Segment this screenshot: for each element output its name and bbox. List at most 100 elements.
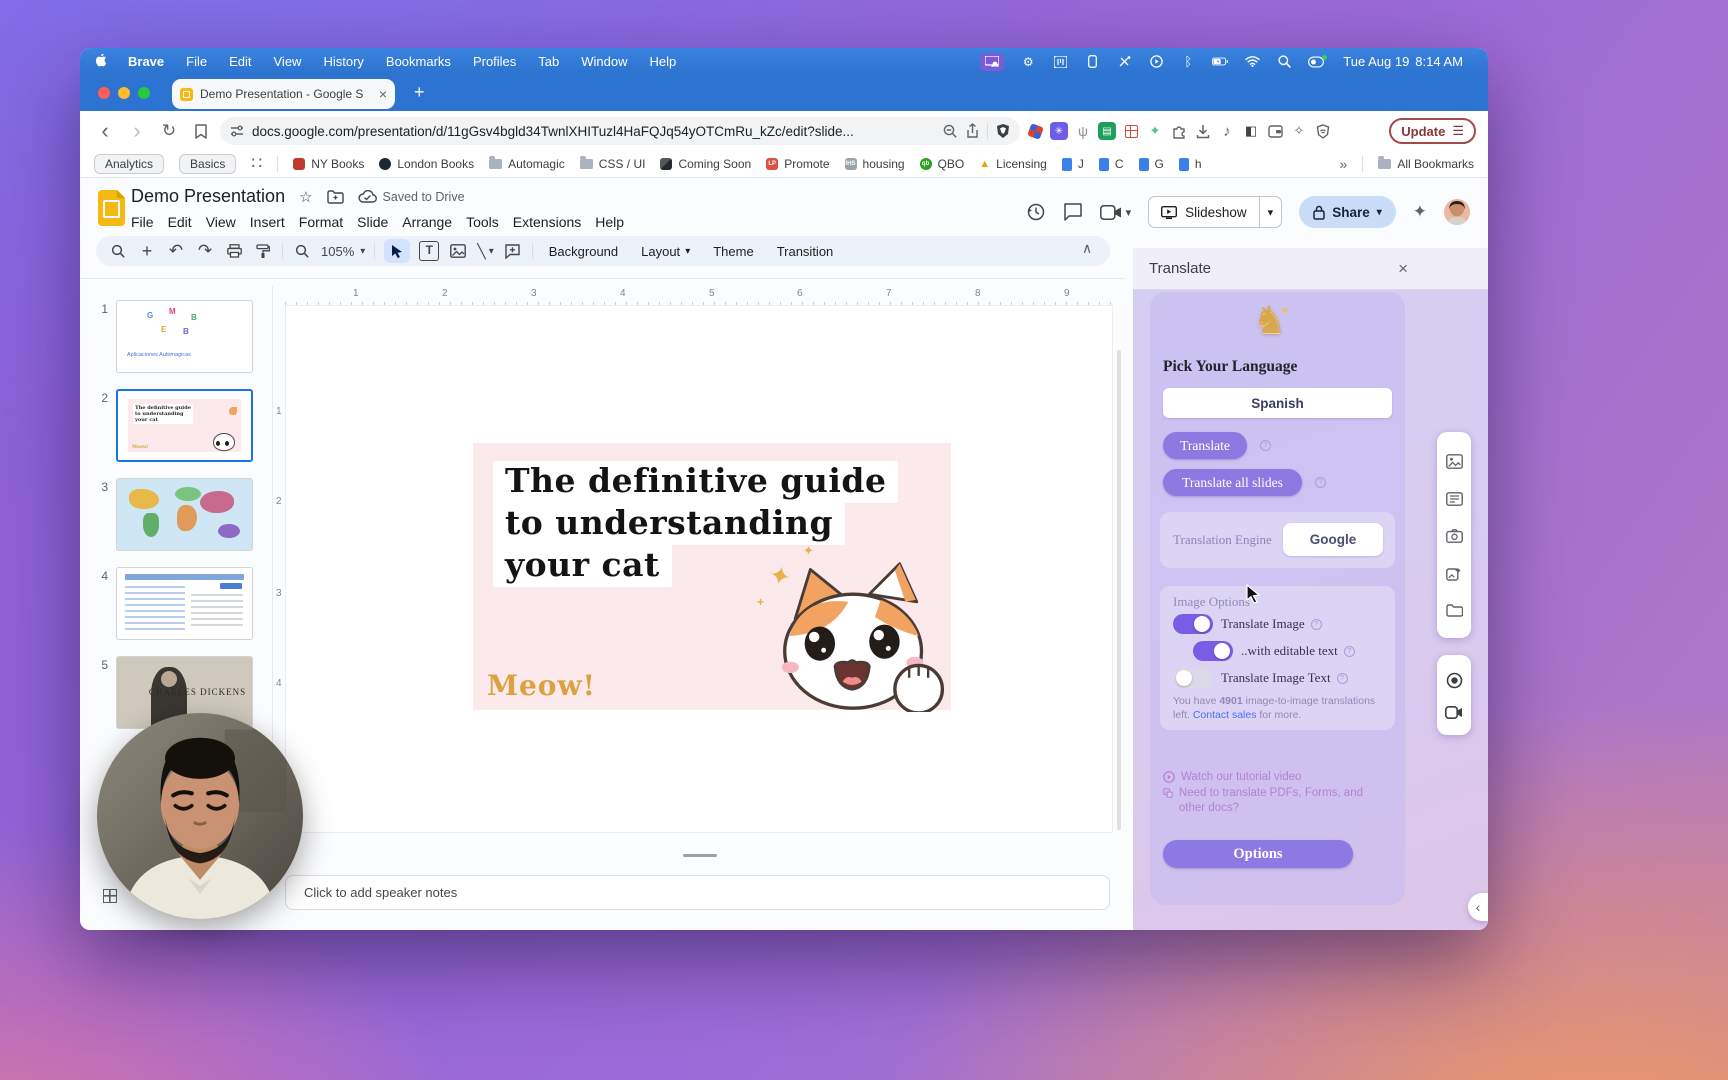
tutorial-video-link[interactable]: Watch our tutorial video [1163,770,1301,785]
slide-meow-text[interactable]: Meow! [487,669,596,702]
menu-edit[interactable]: Edit [218,54,262,69]
zoom-out-icon[interactable] [943,124,958,139]
slide-thumbnail-4[interactable]: 4 [92,567,272,640]
url-text[interactable]: docs.google.com/presentation/d/11gGsv4bg… [252,124,935,139]
bookmark-item[interactable]: G [1139,157,1164,171]
slides-menu-help[interactable]: Help [588,212,631,232]
search-tools-icon[interactable] [108,244,128,259]
menu-bookmarks[interactable]: Bookmarks [375,54,462,69]
grid-view-icon[interactable] [103,889,117,903]
translate-help-icon[interactable]: ? [1260,440,1271,451]
disconnected-icon[interactable] [1116,55,1132,69]
slides-menu-file[interactable]: File [124,212,161,232]
ext-wallet-icon[interactable] [1266,122,1284,140]
back-button[interactable]: ‹ [92,118,118,144]
camera-button-icon[interactable] [1445,706,1463,719]
background-button[interactable]: Background [542,244,625,259]
slides-menu-slide[interactable]: Slide [350,212,395,232]
editable-text-help-icon[interactable]: ? [1344,646,1355,657]
ext-download-icon[interactable] [1194,122,1212,140]
bookmark-item[interactable]: qbQBO [920,157,965,171]
ext-purple-app-icon[interactable]: ✳ [1050,122,1068,140]
wifi-icon[interactable] [1244,55,1260,69]
translate-image-text-toggle[interactable] [1173,668,1213,688]
slide-title-line[interactable]: to understanding [493,503,845,545]
new-slide-plus-icon[interactable]: + [137,241,157,262]
maximize-window-button[interactable] [138,87,150,99]
folder-tool-icon[interactable] [1446,604,1463,617]
record-indicator-icon[interactable] [1148,55,1164,69]
transition-button[interactable]: Transition [770,244,841,259]
update-browser-button[interactable]: Update☰ [1389,118,1476,144]
all-bookmarks[interactable]: All Bookmarks [1378,157,1474,171]
notes-resize-handle[interactable] [683,854,717,857]
slides-menu-extensions[interactable]: Extensions [506,212,588,232]
bookmark-item[interactable]: CSS / UI [580,157,646,171]
slides-menu-insert[interactable]: Insert [243,212,292,232]
ext-red-table-icon[interactable] [1122,122,1140,140]
reload-button[interactable]: ↻ [156,121,182,141]
bookmark-item[interactable]: LPPromote [766,157,829,171]
slides-menu-edit[interactable]: Edit [161,212,199,232]
comments-icon[interactable] [1063,202,1083,222]
battery-icon[interactable] [1212,55,1228,69]
bookmark-item[interactable]: h [1179,157,1202,171]
slideshow-button[interactable]: Slideshow [1148,196,1259,228]
slide-title-line[interactable]: The definitive guide [493,461,898,503]
slides-menu-arrange[interactable]: Arrange [395,212,459,232]
record-button-icon[interactable] [1446,672,1463,689]
bookmark-item[interactable]: IHShousing [845,157,905,171]
language-select[interactable]: Spanish [1163,388,1392,418]
bookmark-item[interactable]: NY Books [293,157,364,171]
spotlight-search-icon[interactable] [1276,55,1292,69]
forward-button[interactable]: › [124,118,150,144]
menu-view[interactable]: View [263,54,313,69]
url-bar[interactable]: docs.google.com/presentation/d/11gGsv4bg… [220,117,1020,145]
ext-green-book-icon[interactable]: ▤ [1098,122,1116,140]
bookmark-item[interactable]: London Books [379,157,474,171]
menu-tab[interactable]: Tab [527,54,570,69]
device-icon[interactable] [1084,55,1100,69]
move-folder-icon[interactable] [327,190,344,204]
bookmark-item[interactable]: Automagic [489,157,565,171]
ext-music-icon[interactable]: ♪ [1218,122,1236,140]
share-button[interactable]: Share ▾ [1299,196,1396,228]
insert-image-tool[interactable] [448,244,468,258]
browser-tab[interactable]: Demo Presentation - Google S × [172,79,395,109]
translate-image-text-help-icon[interactable]: ? [1337,673,1348,684]
redo-icon[interactable]: ↷ [195,241,215,261]
slide-title-line[interactable]: your cat [493,545,672,587]
vpn-shield-icon[interactable] [1314,122,1332,140]
slides-menu-view[interactable]: View [199,212,243,232]
bookmark-item[interactable]: Coming Soon [660,157,751,171]
share-page-icon[interactable] [966,123,979,139]
translate-docs-link[interactable]: A Need to translate PDFs, Forms, and oth… [1163,786,1383,816]
slides-menu-format[interactable]: Format [292,212,350,232]
slideshow-options-caret[interactable]: ▾ [1259,196,1283,228]
bookmark-this-icon[interactable] [188,124,214,139]
leo-ai-icon[interactable]: ✧ [1290,122,1308,140]
translate-image-toggle[interactable] [1173,614,1213,634]
panel-close-icon[interactable]: × [1398,259,1408,279]
join-call-button[interactable]: ▾ [1100,205,1132,220]
undo-icon[interactable]: ↶ [166,241,186,261]
bookmark-item[interactable]: J [1062,157,1084,171]
window-manager-icon[interactable] [1052,55,1068,69]
layout-button[interactable]: Layout▾ [634,244,697,259]
ext-pinwheel-icon[interactable] [1026,122,1044,140]
slide-thumbnail-2-selected[interactable]: 2 The definitive guideto understandingyo… [92,389,272,462]
slides-panel-tool-icon[interactable] [1446,492,1463,506]
contact-sales-link[interactable]: Contact sales [1193,709,1257,721]
saved-status[interactable]: Saved to Drive [358,190,465,204]
slide-thumbnail-3[interactable]: 3 [92,478,272,551]
translate-button[interactable]: Translate [1163,432,1247,459]
zoom-level-select[interactable]: 105%▾ [321,244,365,259]
control-center-icon[interactable] [1308,55,1324,69]
export-image-tool-icon[interactable] [1446,566,1462,581]
insert-comment-tool[interactable] [503,244,523,259]
insert-line-tool[interactable]: ╲▾ [477,243,493,260]
bluetooth-icon[interactable]: ᛒ [1180,55,1196,69]
engine-google-button[interactable]: Google [1283,523,1383,556]
screenshot-tool-icon[interactable] [1446,529,1463,543]
slides-menu-tools[interactable]: Tools [459,212,506,232]
